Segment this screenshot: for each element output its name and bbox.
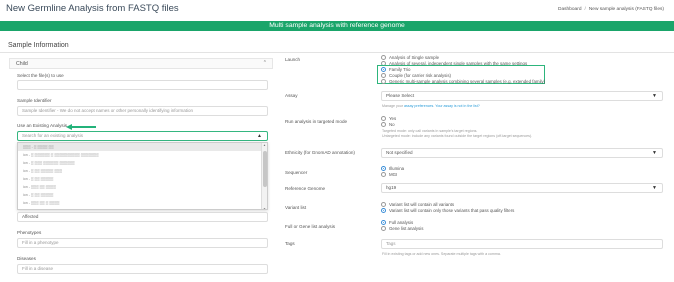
scroll-down-icon[interactable]: ▼: [263, 207, 266, 209]
existing-analysis-label: Use an Existing Analysis: [17, 123, 68, 128]
diseases-input[interactable]: Fill in a disease: [17, 264, 268, 274]
phenotypes-input[interactable]: Fill in a phenotype: [17, 238, 268, 248]
breadcrumb-separator: /: [584, 7, 586, 12]
targeted-hint-line1: Targeted mode: only call variants in sam…: [382, 129, 478, 133]
search-placeholder: Search for an existing analysis: [22, 133, 84, 138]
ethnicity-value: Not specified: [386, 150, 413, 155]
launch-label: Launch: [285, 57, 301, 62]
reference-genome-value: hg19: [386, 185, 397, 190]
tags-input[interactable]: Tags: [381, 239, 663, 249]
scope-option-label: Full analysis: [389, 220, 414, 225]
assay-label: Assay: [285, 93, 298, 98]
phenotypes-label: Phenotypes: [17, 230, 42, 235]
assay-value: Please Select: [386, 93, 415, 98]
list-item[interactable]: ion - ▒ ▒▒▒▒▒▒ ▒ ▒▒▒▒▒▒▒▒▒▒ ▒▒▒▒▒▒▒: [18, 151, 262, 159]
targeted-option-label: Yes: [389, 116, 397, 121]
scope-option-label: Gene list analysis: [389, 226, 424, 231]
variant-list-label: Variant list: [285, 205, 307, 210]
sample-identifier-label: Sample Identifier: [17, 98, 52, 103]
radio-targeted-yes[interactable]: [381, 116, 386, 121]
radio-targeted-no[interactable]: [381, 122, 386, 127]
caret-up-icon[interactable]: ▲: [257, 132, 262, 140]
list-item[interactable]: ion - ▒▒▒ ▒▒ ▒ ▒▒▒▒: [18, 199, 262, 207]
sequencer-option-label: Illumina: [389, 166, 405, 171]
radio-variant-all[interactable]: [381, 202, 386, 207]
targeted-option-label: No: [389, 122, 395, 127]
diseases-label: Diseases: [17, 256, 36, 261]
targeted-mode-label: Run analysis in targeted mode: [285, 119, 348, 124]
breadcrumb-dashboard-link[interactable]: Dashboard: [558, 7, 581, 12]
sample-identifier-input[interactable]: Sample Identifier - We do not accept nam…: [17, 106, 268, 116]
sequencer-label: Sequencer: [285, 170, 308, 175]
list-item[interactable]: ion - ▒▒▒ ▒▒ ▒▒▒▒: [18, 183, 262, 191]
radio-variant-filtered[interactable]: [381, 208, 386, 213]
launch-option-label: Analysis of Single sample: [389, 55, 440, 60]
radio-launch-single[interactable]: [381, 55, 386, 60]
panel-title: Child: [16, 60, 28, 67]
assay-hint-prefix: Manage your: [382, 104, 403, 108]
radio-launch-trio[interactable]: [381, 67, 386, 72]
radio-full-analysis[interactable]: [381, 220, 386, 225]
sequencer-option-label: MGI: [389, 172, 398, 177]
launch-option-label: Couple (for carrier risk analysis): [389, 73, 451, 78]
ethnicity-label: Ethnicity (for GnomAD annotation): [285, 150, 355, 155]
section-title-sample-information: Sample Information: [8, 42, 69, 49]
scroll-up-icon[interactable]: ▲: [263, 143, 266, 147]
ethnicity-select[interactable]: Not specified ▼: [381, 148, 663, 158]
annotation-arrow-head: [66, 124, 72, 130]
files-select[interactable]: [17, 80, 268, 90]
scrollbar-thumb[interactable]: [263, 151, 267, 187]
assay-hint: Manage your assay preferences. Your assa…: [382, 104, 480, 108]
caret-down-icon: ▼: [652, 185, 657, 191]
radio-launch-couple[interactable]: [381, 73, 386, 78]
list-item[interactable]: ion - ▒ ▒▒ ▒▒▒▒▒ ▒▒▒: [18, 167, 262, 175]
dropdown-scrollbar[interactable]: ▲ ▼: [261, 143, 267, 209]
analysis-scope-label: Full or Gene list analysis: [285, 224, 336, 229]
breadcrumb: Dashboard / New sample analysis (FASTQ fil…: [558, 7, 664, 12]
variant-option-label: Variant list will contain only those var…: [389, 208, 515, 213]
launch-option-label: Family Trio: [389, 67, 411, 72]
reference-genome-select[interactable]: hg19 ▼: [381, 183, 663, 193]
tags-hint: Fill in existing tags or add new ones. S…: [382, 252, 501, 256]
breadcrumb-current: New sample analysis (FASTQ files): [588, 7, 664, 12]
targeted-hint-line2: Untargeted mode: include any variants fo…: [382, 134, 533, 138]
variant-option-label: Variant list will contain all variants: [389, 202, 455, 207]
assay-select[interactable]: Please Select ▼: [381, 91, 663, 101]
panel-child-header[interactable]: Child ⌃: [9, 58, 273, 69]
radio-sequencer-mgi[interactable]: [381, 172, 386, 177]
caret-down-icon: ▼: [652, 93, 657, 99]
affected-status-select[interactable]: Affected: [17, 212, 268, 222]
reference-genome-label: Reference Genome: [285, 186, 326, 191]
radio-launch-generic[interactable]: [381, 79, 386, 84]
list-item[interactable]: ion - ▒ ▒▒ ▒▒▒▒▒: [18, 175, 262, 183]
existing-analysis-dropdown[interactable]: ▒▒▒ - ▒ ▒▒▒▒ ▒▒ ion - ▒ ▒▒▒▒▒▒ ▒ ▒▒▒▒▒▒▒…: [17, 142, 268, 210]
caret-down-icon: ▼: [652, 150, 657, 156]
radio-gene-list-analysis[interactable]: [381, 226, 386, 231]
assay-missing-link[interactable]: Your assay is not in the list?: [435, 104, 479, 108]
launch-option-label: Generic multi-sample analysis combining …: [389, 79, 546, 84]
annotation-arrow-line: [70, 126, 96, 128]
existing-analysis-search[interactable]: Search for an existing analysis ▲: [17, 131, 268, 141]
radio-sequencer-illumina[interactable]: [381, 166, 386, 171]
tags-label: Tags: [285, 241, 295, 246]
list-item[interactable]: ion - ▒ ▒▒▒ ▒▒▒▒▒▒ ▒▒▒▒▒▒: [18, 159, 262, 167]
list-item[interactable]: ion - ▒ ▒▒ ▒▒▒▒▒: [18, 191, 262, 199]
assay-preferences-link[interactable]: assay preferences: [404, 104, 433, 108]
list-item[interactable]: ▒▒▒ - ▒ ▒▒▒▒ ▒▒: [18, 143, 262, 151]
section-divider: [0, 52, 674, 53]
page-title: New Germline Analysis from FASTQ files: [6, 3, 179, 14]
files-label: Select the file(s) to use: [17, 73, 64, 78]
analysis-type-banner: Multi sample analysis with reference gen…: [0, 21, 674, 31]
chevron-up-icon[interactable]: ⌃: [263, 60, 267, 66]
